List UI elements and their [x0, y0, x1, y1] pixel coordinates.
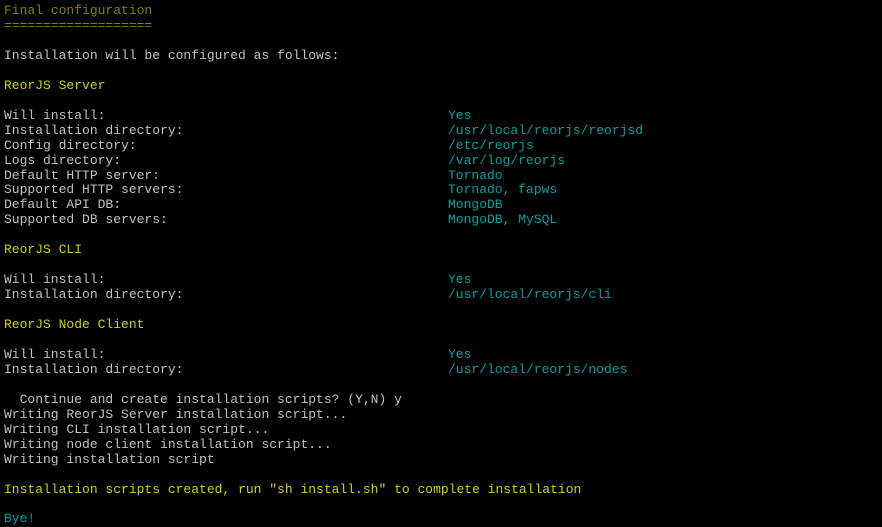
config-label: Installation directory: [4, 124, 448, 139]
writing-line: Writing node client installation script.… [4, 438, 878, 453]
prompt-answer: y [394, 392, 402, 407]
config-value: Yes [448, 273, 471, 288]
config-value: /usr/local/reorjs/reorjsd [448, 124, 643, 139]
config-value: MongoDB [448, 198, 503, 213]
config-row: Logs directory: /var/log/reorjs [4, 154, 878, 169]
config-value: Tornado [448, 169, 503, 184]
section-heading-cli: ReorJS CLI [4, 243, 878, 258]
prompt-question: Continue and create installation scripts… [20, 392, 394, 407]
config-value: Tornado, fapws [448, 183, 557, 198]
writing-line: Writing ReorJS Server installation scrip… [4, 408, 878, 423]
config-label: Config directory: [4, 139, 448, 154]
config-value: Yes [448, 348, 471, 363]
config-label: Logs directory: [4, 154, 448, 169]
config-row: Will install: Yes [4, 273, 878, 288]
config-label: Will install: [4, 348, 448, 363]
config-label: Supported HTTP servers: [4, 183, 448, 198]
config-row: Config directory: /etc/reorjs [4, 139, 878, 154]
config-label: Default API DB: [4, 198, 448, 213]
config-value: /var/log/reorjs [448, 154, 565, 169]
bye-message: Bye! [4, 512, 878, 527]
config-value: /usr/local/reorjs/cli [448, 288, 612, 303]
config-value: /usr/local/reorjs/nodes [448, 363, 627, 378]
config-row: Installation directory: /usr/local/reorj… [4, 288, 878, 303]
terminal-title: Final configuration [4, 4, 878, 19]
config-value: MongoDB, MySQL [448, 213, 557, 228]
section-heading-server: ReorJS Server [4, 79, 878, 94]
config-row: Default API DB: MongoDB [4, 198, 878, 213]
completion-message: Installation scripts created, run "sh in… [4, 483, 878, 498]
terminal-divider: =================== [4, 19, 878, 34]
config-row: Will install: Yes [4, 109, 878, 124]
section-heading-node: ReorJS Node Client [4, 318, 878, 333]
config-row: Supported DB servers: MongoDB, MySQL [4, 213, 878, 228]
config-row: Installation directory: /usr/local/reorj… [4, 363, 878, 378]
config-label: Will install: [4, 273, 448, 288]
config-label: Default HTTP server: [4, 169, 448, 184]
config-label: Installation directory: [4, 363, 448, 378]
config-row: Installation directory: /usr/local/reorj… [4, 124, 878, 139]
config-label: Will install: [4, 109, 448, 124]
prompt-line[interactable]: Continue and create installation scripts… [4, 378, 878, 408]
config-row: Supported HTTP servers: Tornado, fapws [4, 183, 878, 198]
config-label: Installation directory: [4, 288, 448, 303]
config-value: /etc/reorjs [448, 139, 534, 154]
config-row: Will install: Yes [4, 348, 878, 363]
config-label: Supported DB servers: [4, 213, 448, 228]
config-row: Default HTTP server: Tornado [4, 169, 878, 184]
install-intro: Installation will be configured as follo… [4, 49, 878, 64]
writing-line: Writing CLI installation script... [4, 423, 878, 438]
config-value: Yes [448, 109, 471, 124]
writing-line: Writing installation script [4, 453, 878, 468]
